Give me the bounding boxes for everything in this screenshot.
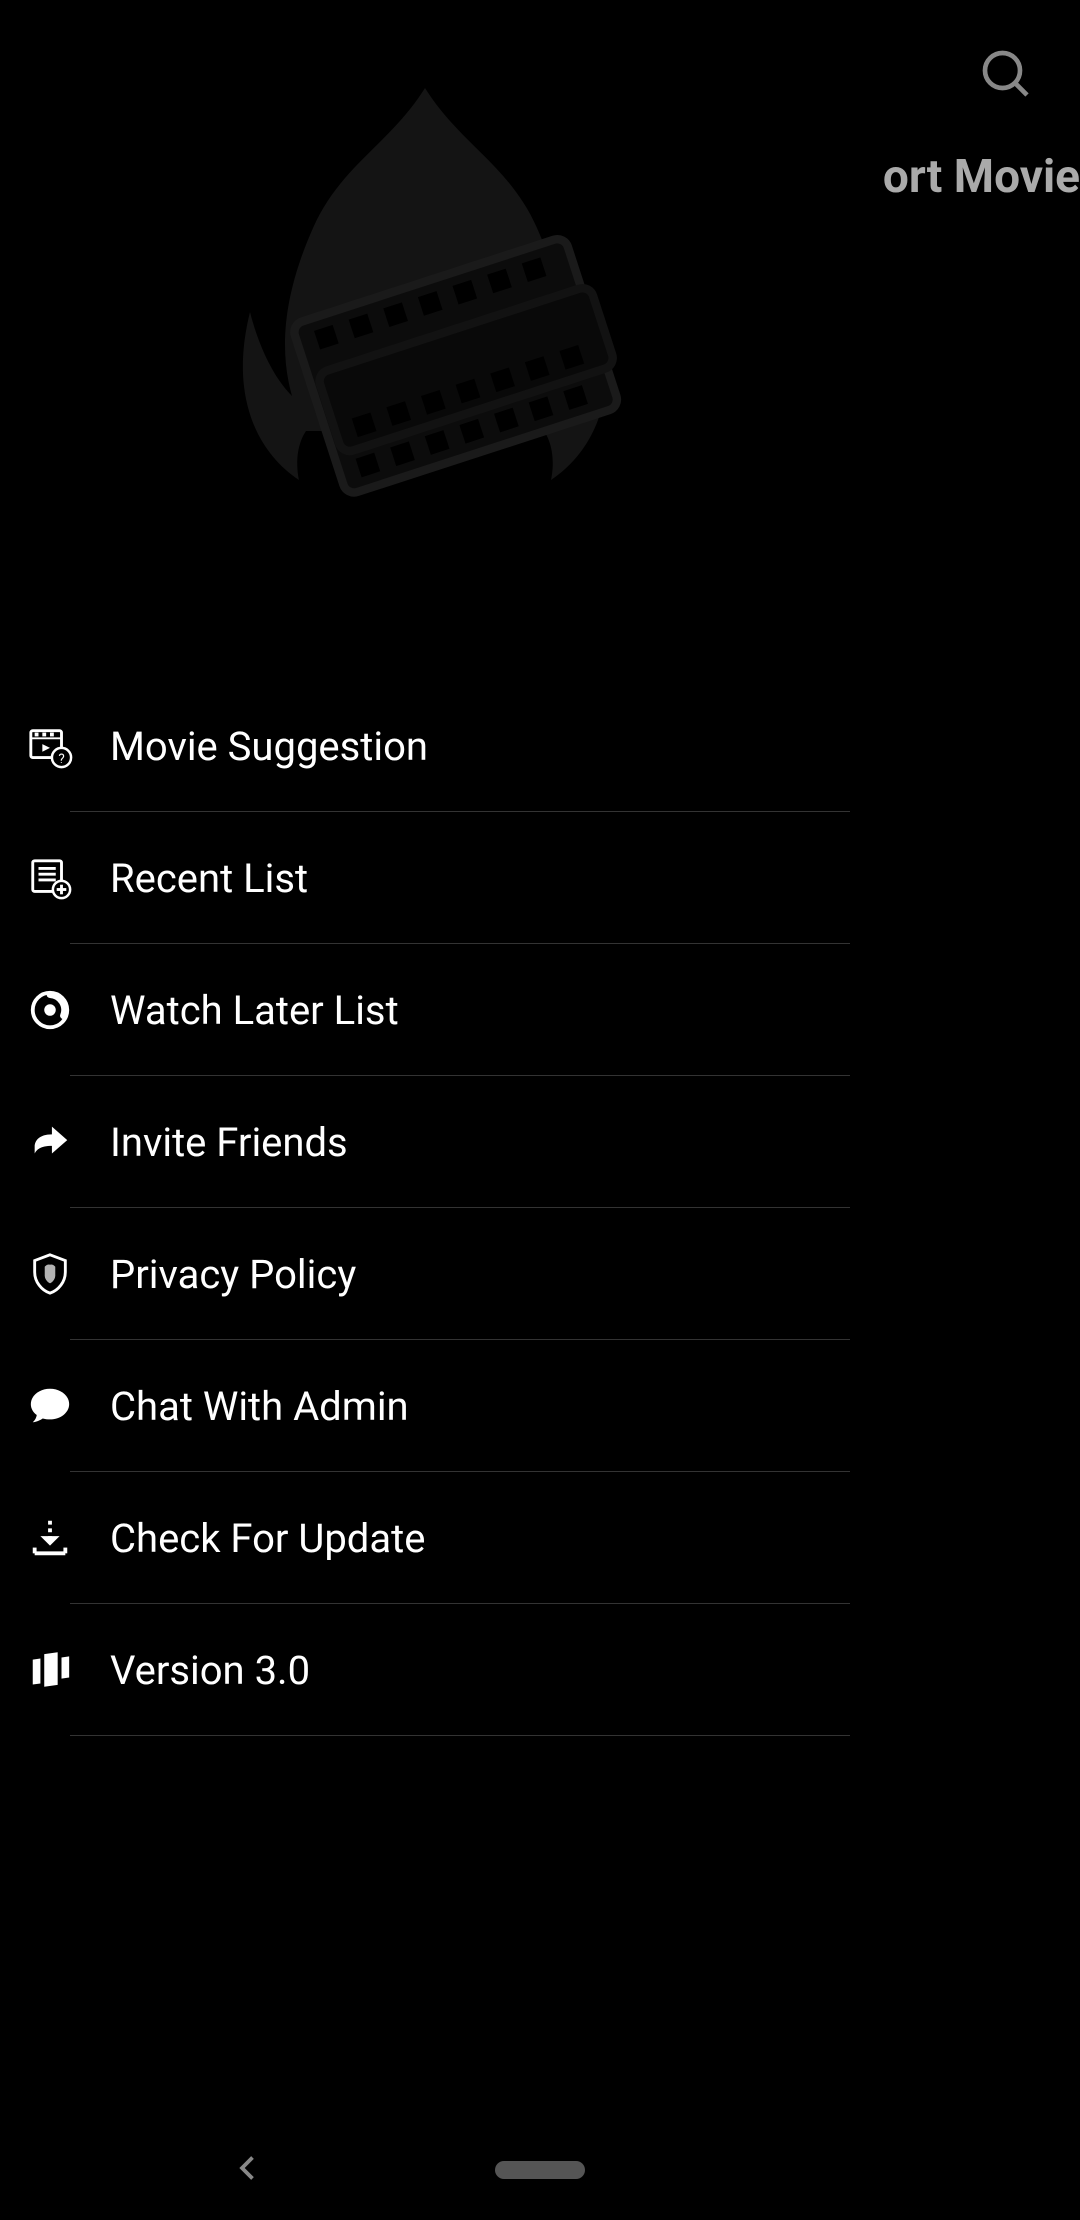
- menu-invite-friends[interactable]: Invite Friends: [0, 1076, 850, 1208]
- menu-label: Watch Later List: [110, 987, 399, 1034]
- shield-icon: [26, 1250, 74, 1298]
- menu-label: Recent List: [110, 855, 308, 902]
- app-logo: [0, 0, 850, 680]
- movie-suggestion-icon: ?: [26, 722, 74, 770]
- version-icon: [26, 1646, 74, 1694]
- menu-list: ? Movie Suggestion Recent List: [0, 680, 850, 1736]
- menu-movie-suggestion[interactable]: ? Movie Suggestion: [0, 680, 850, 812]
- watch-later-icon: [26, 986, 74, 1034]
- menu-check-update[interactable]: Check For Update: [0, 1472, 850, 1604]
- back-icon[interactable]: [230, 2150, 266, 2190]
- chat-icon: [26, 1382, 74, 1430]
- menu-label: Movie Suggestion: [110, 723, 428, 770]
- menu-label: Chat With Admin: [110, 1383, 409, 1430]
- menu-label: Privacy Policy: [110, 1251, 356, 1298]
- menu-label: Invite Friends: [110, 1119, 348, 1166]
- menu-chat-admin[interactable]: Chat With Admin: [0, 1340, 850, 1472]
- menu-watch-later[interactable]: Watch Later List: [0, 944, 850, 1076]
- svg-text:?: ?: [58, 752, 64, 767]
- navigation-drawer: ? Movie Suggestion Recent List: [0, 0, 850, 2220]
- menu-label: Version 3.0: [110, 1647, 310, 1694]
- menu-label: Check For Update: [110, 1515, 425, 1562]
- menu-privacy-policy[interactable]: Privacy Policy: [0, 1208, 850, 1340]
- partial-title-text: ort Movie: [883, 150, 1080, 204]
- download-icon: [26, 1514, 74, 1562]
- recent-list-icon: [26, 854, 74, 902]
- menu-version[interactable]: Version 3.0: [0, 1604, 850, 1736]
- menu-recent-list[interactable]: Recent List: [0, 812, 850, 944]
- system-nav-bar: [0, 2120, 1080, 2220]
- home-pill[interactable]: [495, 2161, 585, 2179]
- share-icon: [26, 1118, 74, 1166]
- search-icon[interactable]: [978, 46, 1034, 102]
